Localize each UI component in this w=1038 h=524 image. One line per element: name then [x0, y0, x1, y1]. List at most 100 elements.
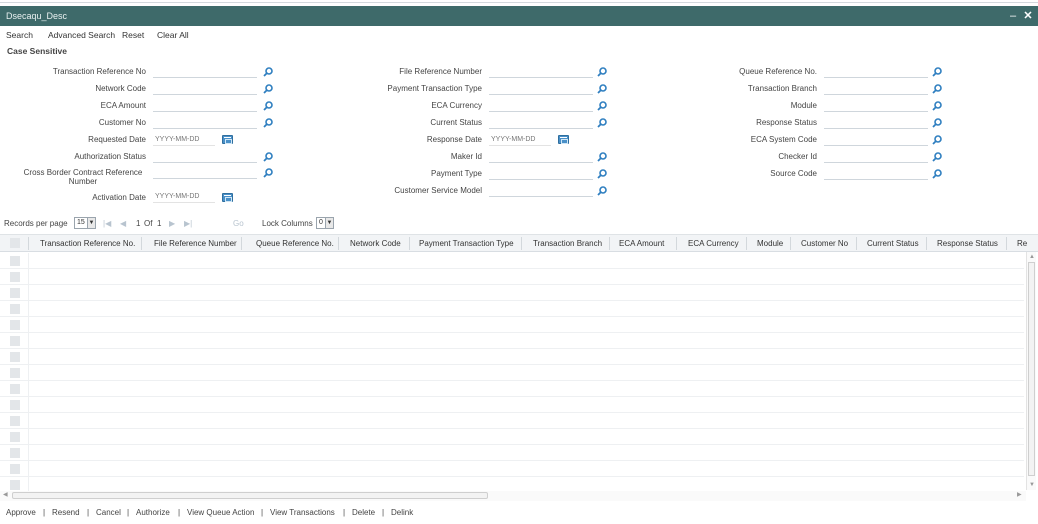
- scroll-up-icon[interactable]: ▲: [1028, 253, 1036, 261]
- select-all-checkbox[interactable]: [10, 238, 20, 248]
- table-row[interactable]: [0, 269, 1024, 285]
- row-checkbox[interactable]: [10, 400, 20, 410]
- horizontal-scrollbar[interactable]: ◀ ▶: [0, 491, 1026, 501]
- table-row[interactable]: [0, 285, 1024, 301]
- delete-button[interactable]: Delete: [352, 508, 375, 517]
- payment-transaction-type-input[interactable]: [489, 83, 593, 95]
- table-row[interactable]: [0, 381, 1024, 397]
- go-button[interactable]: Go: [233, 219, 244, 228]
- customer-no-input[interactable]: [153, 117, 257, 129]
- search-icon[interactable]: [263, 168, 273, 178]
- table-row[interactable]: [0, 365, 1024, 381]
- response-date-input[interactable]: [489, 134, 551, 146]
- column-header-eca-currency[interactable]: ECA Currency: [688, 239, 739, 248]
- calendar-icon[interactable]: [558, 135, 569, 144]
- table-row[interactable]: [0, 461, 1024, 477]
- reset-button[interactable]: Reset: [122, 30, 144, 40]
- vertical-scrollbar[interactable]: ▲ ▼: [1026, 252, 1036, 490]
- row-checkbox[interactable]: [10, 272, 20, 282]
- table-row[interactable]: [0, 397, 1024, 413]
- calendar-icon[interactable]: [222, 193, 233, 202]
- row-checkbox[interactable]: [10, 352, 20, 362]
- column-header-payment-transaction-type[interactable]: Payment Transaction Type: [419, 239, 514, 248]
- column-header-transaction-branch[interactable]: Transaction Branch: [533, 239, 602, 248]
- previous-page-icon[interactable]: ◀: [120, 219, 126, 228]
- search-icon[interactable]: [597, 152, 607, 162]
- close-icon[interactable]: ✕: [1022, 9, 1034, 23]
- search-icon[interactable]: [597, 84, 607, 94]
- scroll-left-icon[interactable]: ◀: [3, 491, 8, 498]
- table-row[interactable]: [0, 349, 1024, 365]
- column-header-response-status[interactable]: Response Status: [937, 239, 998, 248]
- search-icon[interactable]: [932, 118, 942, 128]
- search-icon[interactable]: [932, 135, 942, 145]
- eca-amount-input[interactable]: [153, 100, 257, 112]
- lock-columns-select[interactable]: 0 ▼: [316, 217, 334, 229]
- row-checkbox[interactable]: [10, 448, 20, 458]
- search-icon[interactable]: [263, 67, 273, 77]
- cancel-button[interactable]: Cancel: [96, 508, 121, 517]
- vertical-scroll-thumb[interactable]: [1028, 262, 1035, 476]
- column-header-current-status[interactable]: Current Status: [867, 239, 919, 248]
- column-header-file-reference-number[interactable]: File Reference Number: [154, 239, 237, 248]
- row-checkbox[interactable]: [10, 288, 20, 298]
- row-checkbox[interactable]: [10, 480, 20, 490]
- search-icon[interactable]: [932, 84, 942, 94]
- eca-system-code-input[interactable]: [824, 134, 928, 146]
- module-input[interactable]: [824, 100, 928, 112]
- payment-type-input[interactable]: [489, 168, 593, 180]
- current-status-input[interactable]: [489, 117, 593, 129]
- row-checkbox[interactable]: [10, 336, 20, 346]
- column-header-customer-no[interactable]: Customer No: [801, 239, 848, 248]
- minimize-icon[interactable]: –: [1007, 9, 1019, 23]
- source-code-input[interactable]: [824, 168, 928, 180]
- response-status-input[interactable]: [824, 117, 928, 129]
- delink-button[interactable]: Delink: [391, 508, 413, 517]
- cross-border-contract-reference-number-input[interactable]: [153, 167, 257, 179]
- transaction-branch-input[interactable]: [824, 83, 928, 95]
- scroll-right-icon[interactable]: ▶: [1017, 491, 1022, 498]
- column-header-eca-amount[interactable]: ECA Amount: [619, 239, 664, 248]
- row-checkbox[interactable]: [10, 464, 20, 474]
- row-checkbox[interactable]: [10, 368, 20, 378]
- search-icon[interactable]: [263, 118, 273, 128]
- row-checkbox[interactable]: [10, 256, 20, 266]
- search-icon[interactable]: [597, 118, 607, 128]
- file-reference-number-input[interactable]: [489, 66, 593, 78]
- transaction-reference-no-input[interactable]: [153, 66, 257, 78]
- requested-date-input[interactable]: [153, 134, 215, 146]
- search-icon[interactable]: [932, 152, 942, 162]
- approve-button[interactable]: Approve: [6, 508, 36, 517]
- table-row[interactable]: [0, 301, 1024, 317]
- row-checkbox[interactable]: [10, 384, 20, 394]
- calendar-icon[interactable]: [222, 135, 233, 144]
- clear-all-button[interactable]: Clear All: [157, 30, 189, 40]
- table-row[interactable]: [0, 333, 1024, 349]
- scroll-down-icon[interactable]: ▼: [1028, 481, 1036, 489]
- eca-currency-input[interactable]: [489, 100, 593, 112]
- row-checkbox[interactable]: [10, 416, 20, 426]
- network-code-input[interactable]: [153, 83, 257, 95]
- last-page-icon[interactable]: ▶|: [184, 219, 192, 228]
- table-row[interactable]: [0, 429, 1024, 445]
- checker-id-input[interactable]: [824, 151, 928, 163]
- view-transactions-button[interactable]: View Transactions: [270, 508, 335, 517]
- advanced-search-button[interactable]: Advanced Search: [48, 30, 115, 40]
- column-header-truncated[interactable]: Re: [1017, 239, 1027, 248]
- column-header-network-code[interactable]: Network Code: [350, 239, 401, 248]
- search-icon[interactable]: [263, 101, 273, 111]
- row-checkbox[interactable]: [10, 304, 20, 314]
- column-header-queue-reference-no[interactable]: Queue Reference No.: [256, 239, 334, 248]
- column-header-module[interactable]: Module: [757, 239, 783, 248]
- search-icon[interactable]: [597, 67, 607, 77]
- horizontal-scroll-thumb[interactable]: [12, 492, 488, 499]
- search-icon[interactable]: [932, 169, 942, 179]
- table-row[interactable]: [0, 253, 1024, 269]
- view-queue-action-button[interactable]: View Queue Action: [187, 508, 254, 517]
- records-per-page-select[interactable]: 15 ▼: [74, 217, 96, 229]
- resend-button[interactable]: Resend: [52, 508, 80, 517]
- search-icon[interactable]: [263, 152, 273, 162]
- queue-reference-no-input[interactable]: [824, 66, 928, 78]
- next-page-icon[interactable]: ▶: [169, 219, 175, 228]
- column-header-transaction-reference-no[interactable]: Transaction Reference No.: [40, 239, 135, 248]
